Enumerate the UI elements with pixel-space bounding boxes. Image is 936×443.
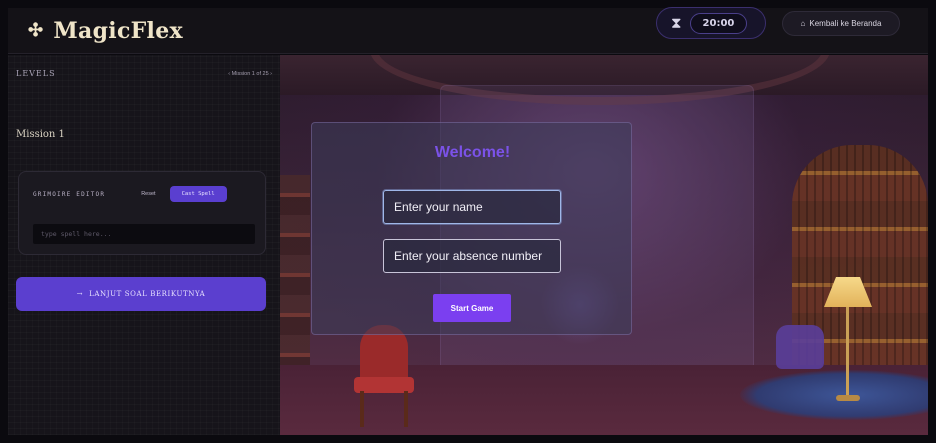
bookshelf-left: [280, 175, 310, 375]
grimoire-header: GRIMOIRE EDITOR Reset Cast Spell: [33, 186, 257, 202]
name-input[interactable]: [383, 190, 561, 224]
hourglass-icon: ⧗: [671, 14, 682, 32]
chair-leg: [404, 391, 408, 427]
home-icon: ⌂: [800, 19, 806, 28]
timer-value: 20:00: [689, 12, 748, 34]
purple-sofa: [776, 325, 824, 369]
levels-title: LEVELS: [16, 69, 56, 78]
grimoire-title: GRIMOIRE EDITOR: [33, 190, 106, 198]
grimoire-editor: GRIMOIRE EDITOR Reset Cast Spell: [18, 171, 266, 255]
mission-title: Mission 1: [16, 129, 65, 140]
welcome-modal: Welcome! Start Game: [311, 122, 632, 335]
next-question-label: LANJUT SOAL BERIKUTNYA: [89, 290, 206, 298]
lamp-pole: [846, 307, 849, 397]
chair-leg: [360, 391, 364, 427]
next-question-button[interactable]: → LANJUT SOAL BERIKUTNYA: [16, 277, 266, 311]
reset-button[interactable]: Reset: [133, 187, 163, 201]
timer-widget: ⧗ 20:00: [656, 7, 766, 39]
red-armchair: [354, 325, 414, 427]
lamp-base: [836, 395, 860, 401]
mission-navigator[interactable]: ‹ Mission 1 of 25 ›: [228, 71, 272, 77]
lamp-shade: [824, 277, 872, 307]
arrow-right-icon: →: [76, 290, 84, 298]
modal-title: Welcome!: [434, 144, 511, 161]
sidebar: LEVELS ‹ Mission 1 of 25 › Mission 1 GRI…: [8, 55, 280, 435]
start-game-button[interactable]: Start Game: [433, 294, 511, 322]
spell-input[interactable]: [33, 224, 255, 244]
back-to-home-button[interactable]: ⌂ Kembali ke Beranda: [782, 11, 900, 36]
home-button-label: Kembali ke Beranda: [809, 19, 882, 28]
absence-number-input[interactable]: [383, 239, 561, 273]
sparkle-icon: ✣: [28, 20, 44, 41]
app-title: MagicFlex: [53, 17, 183, 44]
cast-spell-button[interactable]: Cast Spell: [169, 186, 227, 202]
app-logo[interactable]: ✣ MagicFlex: [28, 18, 183, 44]
floor-lamp: [818, 277, 878, 407]
levels-row: LEVELS ‹ Mission 1 of 25 ›: [16, 69, 272, 78]
